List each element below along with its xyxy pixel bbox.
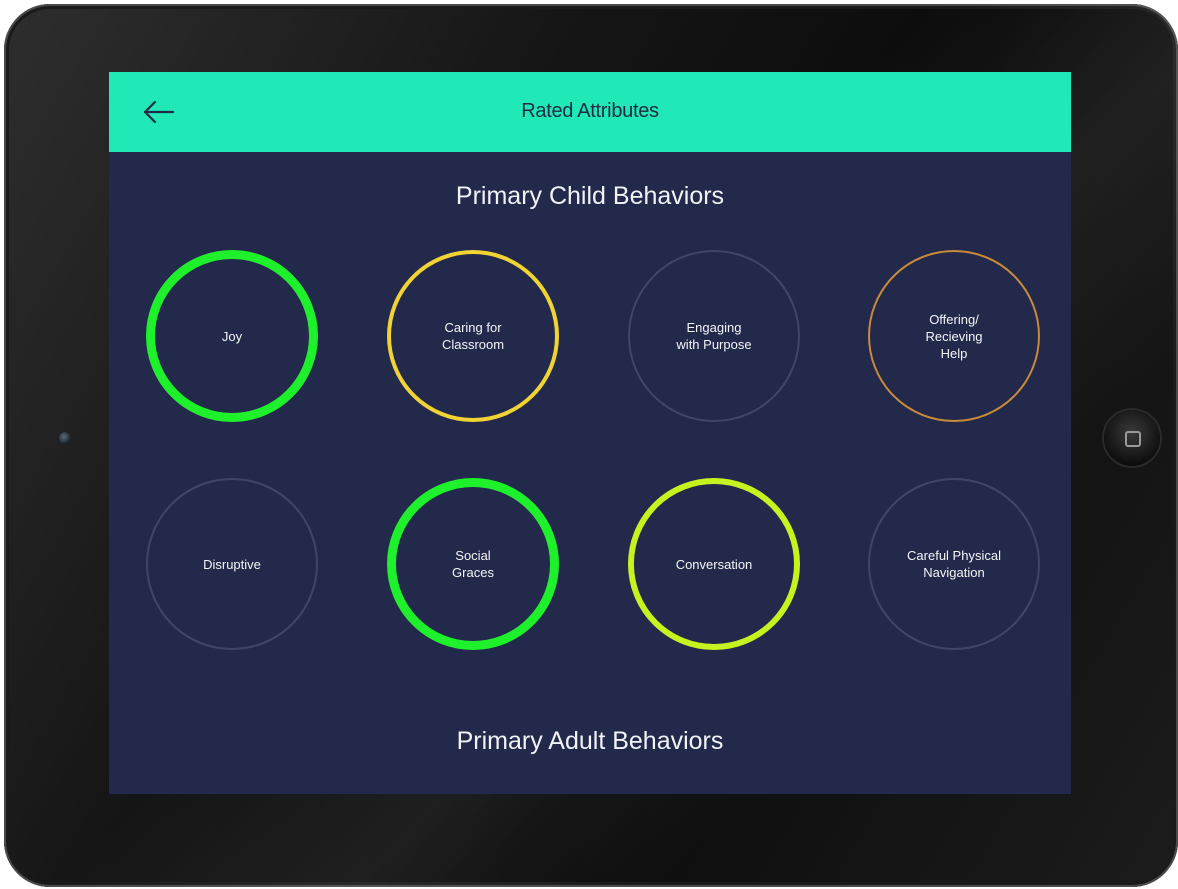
attribute-caring-for-classroom[interactable]: Caring for Classroom xyxy=(387,250,559,422)
attribute-disruptive[interactable]: Disruptive xyxy=(146,478,318,650)
section-title-adult: Primary Adult Behaviors xyxy=(456,727,724,755)
attribute-label: Joy xyxy=(221,328,243,344)
attribute-label: Careful Physical Navigation xyxy=(907,548,1001,580)
attribute-joy[interactable]: Joy xyxy=(146,250,318,422)
attribute-label: Conversation xyxy=(675,556,753,572)
front-camera xyxy=(59,432,71,444)
attribute-careful-physical-navigation[interactable]: Careful Physical Navigation xyxy=(868,478,1040,650)
attribute-social-graces[interactable]: Social Graces xyxy=(387,478,559,650)
attribute-label: Disruptive xyxy=(203,556,261,572)
home-button[interactable] xyxy=(1104,410,1160,466)
attribute-label: Caring for Classroom xyxy=(441,320,505,352)
attribute-conversation[interactable]: Conversation xyxy=(628,478,800,650)
attribute-engaging-with-purpose[interactable]: Engaging with Purpose xyxy=(628,250,800,422)
home-square-icon xyxy=(1125,431,1141,447)
attribute-offering-recieving-help[interactable]: Offering/ Recieving Help xyxy=(868,250,1040,422)
attribute-label: Engaging with Purpose xyxy=(676,320,752,352)
attribute-label: Social Graces xyxy=(452,548,494,580)
attribute-label: Offering/ Recieving Help xyxy=(925,311,983,361)
app-screen: Rated Attributes Primary Child Behaviors… xyxy=(109,72,1071,794)
attribute-grid: Joy Caring for Classroom Engaging with Pur… xyxy=(109,72,1071,794)
